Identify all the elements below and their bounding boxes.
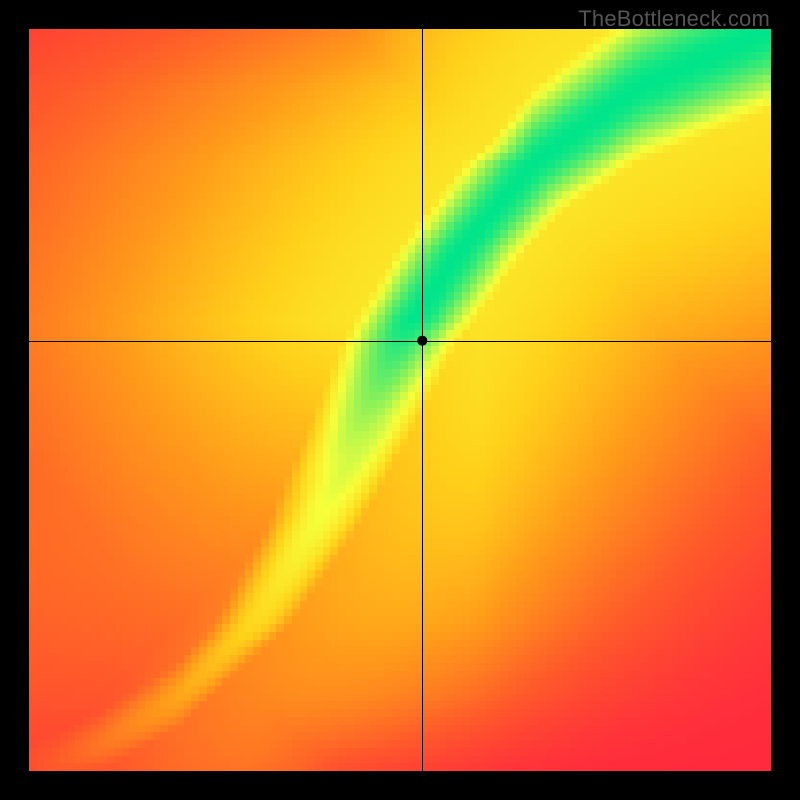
- watermark-text: TheBottleneck.com: [578, 6, 770, 32]
- overlay-canvas: [0, 0, 800, 800]
- chart-container: TheBottleneck.com: [0, 0, 800, 800]
